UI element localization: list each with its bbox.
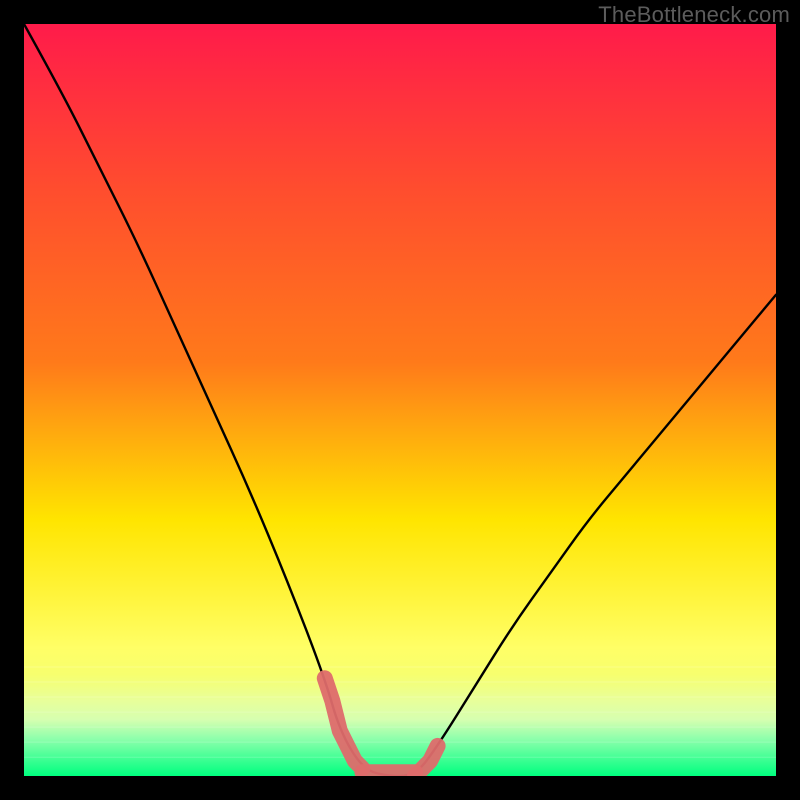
chart-frame: TheBottleneck.com xyxy=(0,0,800,800)
plot-area xyxy=(24,24,776,776)
bottleneck-chart xyxy=(24,24,776,776)
